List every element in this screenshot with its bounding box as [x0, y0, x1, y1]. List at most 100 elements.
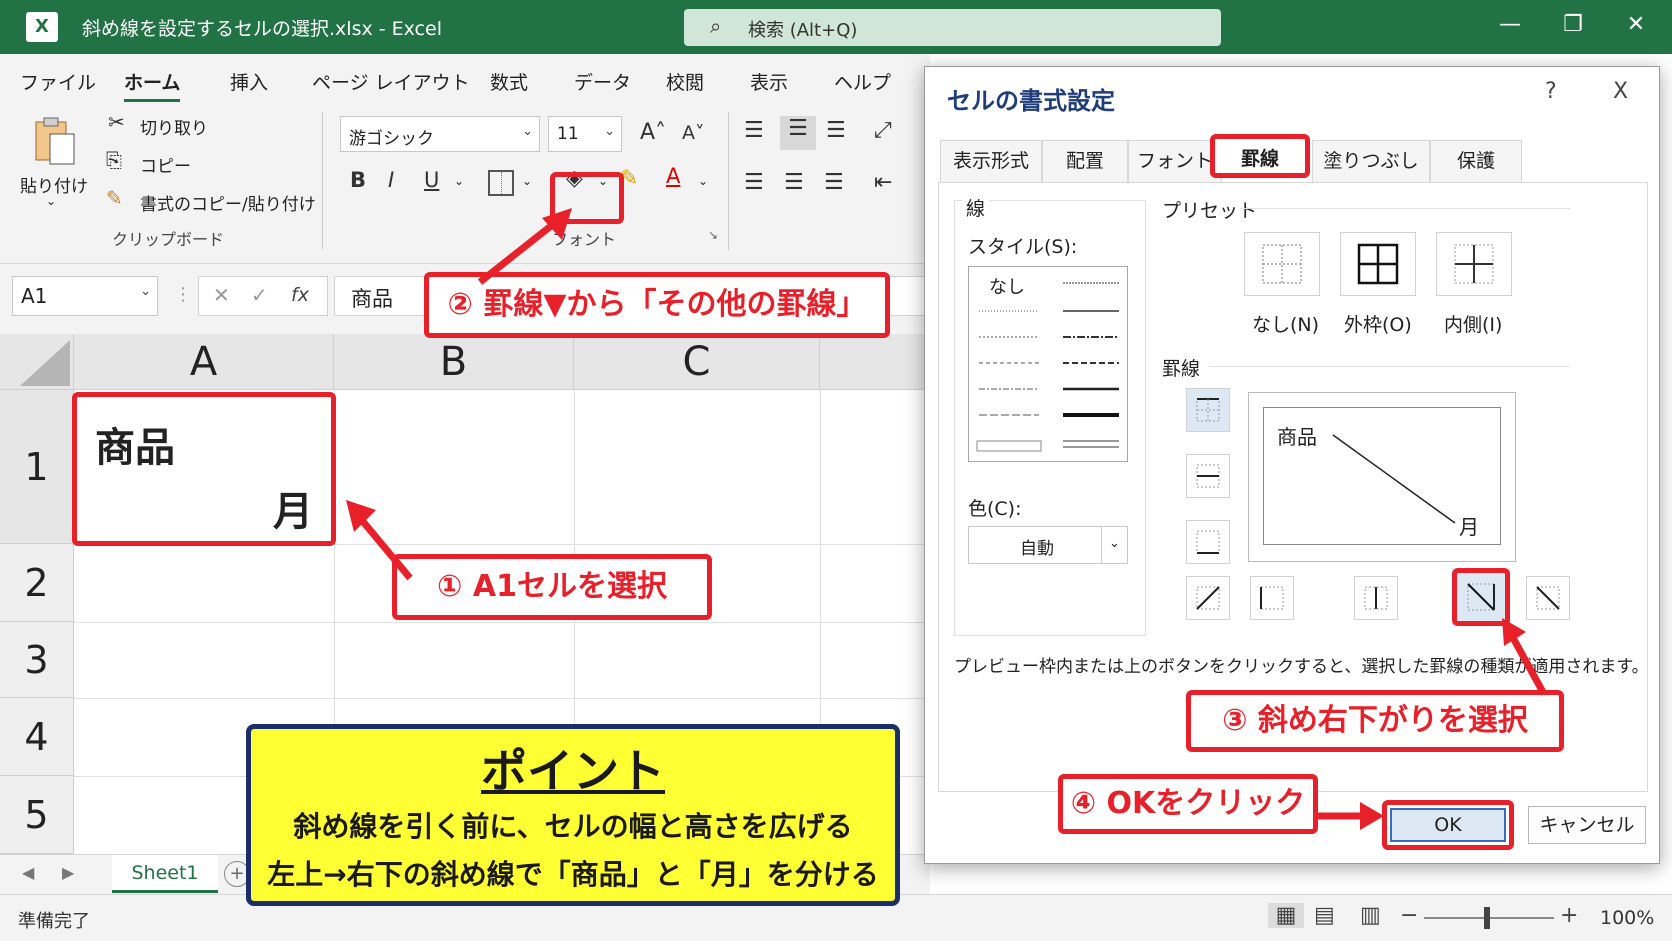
increase-font-icon[interactable]: A˄ [640, 120, 666, 145]
line-style-list[interactable]: なし [968, 266, 1128, 462]
align-left-icon[interactable]: ☰ [744, 170, 764, 195]
menu-review[interactable]: 校閲 [666, 68, 704, 95]
tab-protection[interactable]: 保護 [1430, 140, 1522, 182]
point-line1: 斜め線を引く前に、セルの幅と高さを広げる [293, 810, 853, 843]
normal-view-icon[interactable]: ▦ [1268, 903, 1304, 928]
scroll-left-icon[interactable]: ◀ [22, 863, 34, 882]
select-all-corner[interactable] [0, 334, 74, 390]
font-name-select[interactable]: 游ゴシック ⌄ [340, 116, 540, 152]
page-break-view-icon[interactable]: ▥ [1360, 903, 1381, 928]
indent-decrease-icon[interactable]: ⇤ [874, 170, 892, 195]
font-color-button[interactable]: A [666, 164, 680, 188]
border-preview[interactable]: 商品 月 [1248, 392, 1516, 562]
menu-insert[interactable]: 挿入 [230, 68, 268, 95]
border-dropdown-icon[interactable]: ⌄ [522, 174, 532, 188]
dialog-launcher-icon[interactable]: ↘ [708, 228, 718, 242]
cell-a1[interactable]: 商品 月 [72, 392, 336, 546]
underline-button[interactable]: U [424, 168, 439, 192]
bold-button[interactable]: B [350, 168, 366, 192]
close-window-icon[interactable]: ✕ [1616, 12, 1656, 37]
preset-inside-label: 内側(I) [1444, 314, 1503, 336]
restore-icon[interactable]: ❐ [1553, 12, 1593, 37]
tab-font[interactable]: フォント [1128, 140, 1222, 182]
column-header-a[interactable]: A [74, 334, 334, 390]
page-layout-view-icon[interactable]: ▤ [1314, 903, 1335, 928]
menu-file[interactable]: ファイル [20, 68, 96, 95]
row-header-4[interactable]: 4 [0, 698, 74, 776]
search-box[interactable]: ⌕ 検索 (Alt+Q) [684, 9, 1221, 46]
column-header-c[interactable]: C [574, 334, 820, 390]
tab-fill[interactable]: 塗りつぶし [1312, 140, 1430, 182]
align-bottom-icon[interactable]: ☰ [826, 118, 846, 143]
tab-number-format[interactable]: 表示形式 [940, 140, 1042, 182]
border-diagonal-up-button[interactable] [1186, 576, 1230, 620]
preset-inside-button[interactable] [1436, 232, 1512, 296]
divider [1240, 208, 1570, 209]
ok-button-wrapper: OK [1382, 800, 1514, 850]
paste-dropdown-icon[interactable]: ⌄ [46, 194, 56, 208]
row-header-2[interactable]: 2 [0, 544, 74, 622]
zoom-slider-thumb[interactable] [1484, 907, 1490, 929]
callout-arrow [1314, 802, 1384, 830]
menu-home[interactable]: ホーム [124, 68, 181, 102]
border-middle-vertical-button[interactable] [1354, 576, 1398, 620]
dialog-close-button[interactable]: X [1613, 79, 1628, 104]
menu-formulas[interactable]: 数式 [490, 68, 528, 95]
callout-arrow [477, 208, 572, 285]
align-right-icon[interactable]: ☰ [824, 170, 844, 195]
border-middle-horizontal-button[interactable] [1186, 454, 1230, 498]
border-icon[interactable] [488, 170, 514, 196]
chevron-down-icon[interactable]: ⌄ [454, 174, 464, 188]
border-left-button[interactable] [1250, 576, 1294, 620]
color-select[interactable]: 自動 ⌄ [968, 526, 1128, 564]
more-icon: ⋮ [174, 284, 192, 305]
name-box[interactable]: A1 ⌄ [12, 276, 158, 316]
zoom-level[interactable]: 100% [1600, 907, 1654, 929]
preset-outline-button[interactable] [1340, 232, 1416, 296]
border-top-button[interactable] [1186, 388, 1230, 432]
cancel-button[interactable]: キャンセル [1528, 806, 1646, 844]
zoom-in-icon[interactable]: + [1560, 903, 1578, 928]
menu-data[interactable]: データ [574, 68, 631, 95]
row-header-5[interactable]: 5 [0, 776, 74, 854]
row-header-1[interactable]: 1 [0, 390, 74, 544]
format-painter-button[interactable]: 書式のコピー/貼り付け [140, 190, 316, 215]
column-header-d[interactable] [820, 334, 930, 390]
ok-button[interactable]: OK [1390, 808, 1506, 842]
preset-section-label: プリセット [1162, 200, 1258, 222]
minimize-icon[interactable]: — [1490, 12, 1530, 37]
callout-step1: ① A1セルを選択 [392, 554, 712, 620]
check-icon[interactable]: ✓ [251, 283, 268, 307]
sheet-tab[interactable]: Sheet1 [112, 855, 218, 893]
column-header-b[interactable]: B [334, 334, 574, 390]
border-section-label: 罫線 [1162, 358, 1201, 380]
copy-button[interactable]: コピー [140, 152, 191, 177]
decrease-font-icon[interactable]: A˅ [682, 122, 705, 144]
preset-none-button[interactable] [1244, 232, 1320, 296]
fx-button[interactable]: fx [291, 284, 309, 306]
font-size-select[interactable]: 11 ⌄ [548, 116, 622, 152]
scroll-right-icon[interactable]: ▶ [62, 863, 74, 882]
tab-border[interactable]: 罫線 [1210, 134, 1310, 178]
align-middle-icon[interactable]: ☰ [780, 116, 816, 150]
color-label: 色(C): [968, 498, 1022, 520]
menu-help[interactable]: ヘルプ [834, 68, 891, 95]
align-top-icon[interactable]: ☰ [744, 118, 764, 143]
italic-button[interactable]: I [388, 168, 394, 192]
ribbon-separator [322, 112, 323, 250]
help-button[interactable]: ? [1545, 79, 1557, 104]
orientation-icon[interactable]: ⤢ [874, 118, 892, 143]
menu-view[interactable]: 表示 [750, 68, 788, 95]
tab-alignment[interactable]: 配置 [1042, 140, 1128, 182]
paste-icon[interactable] [32, 116, 78, 166]
search-icon: ⌕ [710, 14, 722, 38]
cut-button[interactable]: 切り取り [140, 114, 208, 139]
font-size-value: 11 [557, 124, 579, 144]
cancel-icon[interactable]: ✕ [213, 283, 230, 307]
row-header-3[interactable]: 3 [0, 622, 74, 698]
chevron-down-icon[interactable]: ⌄ [698, 174, 708, 188]
menu-page-layout[interactable]: ページ レイアウト [312, 68, 470, 95]
align-center-icon[interactable]: ☰ [784, 170, 804, 195]
zoom-out-icon[interactable]: − [1400, 903, 1418, 928]
border-bottom-button[interactable] [1186, 520, 1230, 564]
